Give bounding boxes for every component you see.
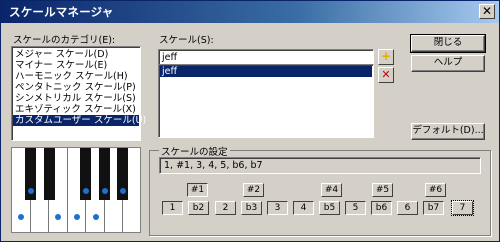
note-dot: [74, 214, 80, 220]
note-dot: [102, 188, 108, 194]
black-key: [44, 148, 55, 200]
category-item[interactable]: メジャー スケール(D): [13, 49, 139, 60]
sharp-interval-button[interactable]: #6: [425, 183, 446, 197]
sharp-interval-button[interactable]: #4: [321, 183, 342, 197]
title-bar[interactable]: スケールマネージャ ✕: [1, 1, 499, 23]
interval-button[interactable]: b3: [241, 201, 262, 215]
scale-list[interactable]: jeff: [158, 64, 374, 138]
interval-button[interactable]: b2: [188, 201, 209, 215]
category-item[interactable]: ハーモニック スケール(H): [13, 71, 139, 82]
scale-settings-label: スケールの設定: [159, 144, 230, 158]
sharp-interval-button[interactable]: #5: [372, 183, 393, 197]
category-item[interactable]: カスタムユーザー スケール(U): [13, 115, 146, 126]
sharp-interval-button[interactable]: #1: [187, 183, 208, 197]
close-button[interactable]: 閉じる: [410, 34, 486, 53]
scale-list-item[interactable]: jeff: [160, 66, 372, 77]
interval-button[interactable]: 3: [267, 201, 288, 215]
category-item[interactable]: ペンタトニック スケール(P): [13, 82, 139, 93]
category-item[interactable]: シンメトリカル スケール(S): [13, 93, 139, 104]
scale-manager-window: スケールマネージャ ✕ スケールのカテゴリ(E): メジャー スケール(D) マイ…: [0, 0, 500, 242]
piano-keyboard: [11, 147, 141, 233]
window-title: スケールマネージャ: [9, 5, 114, 19]
interval-button[interactable]: 2: [215, 201, 236, 215]
category-item[interactable]: マイナー スケール(E): [13, 60, 139, 71]
note-dot: [83, 188, 89, 194]
default-button[interactable]: デフォルト(D)...: [411, 123, 485, 140]
note-dot: [28, 188, 34, 194]
delete-scale-icon[interactable]: ✕: [378, 67, 394, 83]
interval-button[interactable]: 6: [397, 201, 418, 215]
interval-button[interactable]: b7: [423, 201, 444, 215]
interval-button[interactable]: 1: [162, 201, 183, 215]
note-dot: [18, 214, 24, 220]
interval-button[interactable]: b5: [319, 201, 340, 215]
categories-list[interactable]: メジャー スケール(D) マイナー スケール(E) ハーモニック スケール(H) ペン…: [11, 46, 146, 141]
scale-formula-field: 1, #1, 3, 4, 5, b6, b7: [159, 157, 481, 174]
sharp-interval-button[interactable]: #2: [243, 183, 264, 197]
note-dot: [120, 188, 126, 194]
interval-button[interactable]: 5: [345, 201, 366, 215]
add-scale-icon[interactable]: +: [378, 49, 394, 65]
note-dot: [93, 214, 99, 220]
close-window-button[interactable]: ✕: [479, 4, 495, 19]
categories-label: スケールのカテゴリ(E):: [13, 35, 116, 46]
interval-button[interactable]: 4: [293, 201, 314, 215]
scale-label: スケール(S):: [159, 35, 214, 46]
note-dot: [55, 214, 61, 220]
category-item[interactable]: エキゾティック スケール(X): [13, 104, 139, 115]
help-button[interactable]: ヘルプ: [411, 55, 485, 72]
interval-button[interactable]: 7: [451, 200, 474, 216]
interval-button[interactable]: b6: [371, 201, 392, 215]
